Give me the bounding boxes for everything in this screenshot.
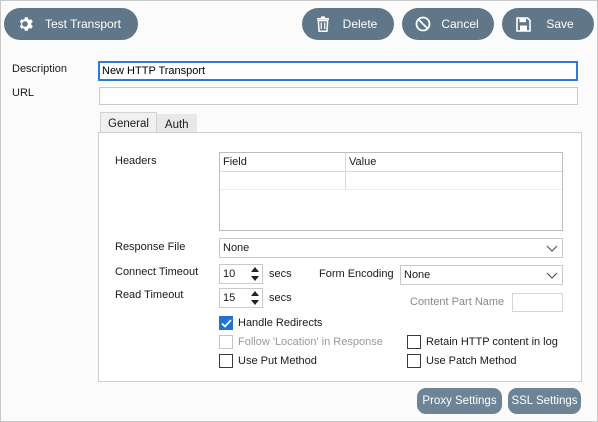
use-put-method-label: Use Put Method bbox=[238, 355, 317, 367]
checkbox-unchecked-icon bbox=[407, 335, 421, 349]
cancel-icon bbox=[410, 16, 436, 32]
handle-redirects-label: Handle Redirects bbox=[238, 317, 323, 329]
checkbox-unchecked-icon bbox=[219, 354, 233, 368]
grid-column-divider bbox=[345, 153, 346, 190]
read-timeout-label: Read Timeout bbox=[115, 289, 184, 301]
save-button[interactable]: Save bbox=[502, 8, 594, 40]
follow-location-checkbox[interactable]: Follow 'Location' in Response bbox=[219, 335, 383, 349]
use-patch-method-label: Use Patch Method bbox=[426, 355, 517, 367]
chevron-down-icon bbox=[546, 272, 558, 279]
content-part-name-label: Content Part Name bbox=[410, 296, 505, 308]
headers-column-field[interactable]: Field bbox=[220, 153, 346, 172]
response-file-select[interactable]: None bbox=[219, 238, 563, 258]
spinner-arrows-icon[interactable] bbox=[250, 266, 260, 282]
grid-row-line bbox=[220, 189, 562, 190]
url-label: URL bbox=[12, 87, 35, 99]
headers-column-value[interactable]: Value bbox=[346, 153, 562, 172]
gear-icon bbox=[12, 16, 38, 32]
response-file-value: None bbox=[223, 242, 250, 254]
delete-label: Delete bbox=[342, 17, 378, 31]
retain-http-content-checkbox[interactable]: Retain HTTP content in log bbox=[407, 335, 558, 349]
tab-strip: General Auth bbox=[100, 112, 197, 134]
use-put-method-checkbox[interactable]: Use Put Method bbox=[219, 354, 317, 368]
transport-editor-window: Test Transport Delete Cancel Save Descri… bbox=[0, 0, 598, 422]
cancel-button[interactable]: Cancel bbox=[402, 8, 494, 40]
url-input[interactable] bbox=[99, 87, 578, 105]
headers-grid[interactable]: Field Value bbox=[219, 152, 563, 231]
spinner-arrows-icon[interactable] bbox=[250, 290, 260, 306]
chevron-down-icon bbox=[546, 245, 558, 252]
connect-timeout-unit: secs bbox=[269, 268, 292, 280]
floppy-disk-icon bbox=[510, 16, 536, 32]
description-label: Description bbox=[12, 63, 68, 75]
description-input[interactable] bbox=[98, 61, 578, 81]
checkbox-unchecked-icon bbox=[407, 354, 421, 368]
handle-redirects-checkbox[interactable]: Handle Redirects bbox=[219, 316, 322, 330]
form-encoding-label: Form Encoding bbox=[319, 268, 394, 280]
form-encoding-value: None bbox=[404, 269, 431, 281]
test-transport-label: Test Transport bbox=[44, 17, 122, 31]
checkbox-unchecked-icon bbox=[219, 335, 233, 349]
test-transport-button[interactable]: Test Transport bbox=[4, 8, 138, 40]
read-timeout-spinner[interactable]: 15 bbox=[219, 288, 263, 308]
connect-timeout-spinner[interactable]: 10 bbox=[219, 264, 263, 284]
tab-general[interactable]: General bbox=[100, 112, 157, 134]
retain-http-content-label: Retain HTTP content in log bbox=[426, 336, 558, 348]
ssl-settings-button[interactable]: SSL Settings bbox=[508, 388, 581, 414]
proxy-settings-button[interactable]: Proxy Settings bbox=[417, 388, 502, 414]
trash-icon bbox=[310, 16, 336, 32]
read-timeout-unit: secs bbox=[269, 292, 292, 304]
read-timeout-value: 15 bbox=[223, 292, 236, 304]
tab-auth[interactable]: Auth bbox=[156, 114, 197, 134]
delete-button[interactable]: Delete bbox=[302, 8, 394, 40]
response-file-label: Response File bbox=[115, 241, 186, 253]
content-part-name-input[interactable] bbox=[512, 293, 563, 312]
cancel-label: Cancel bbox=[441, 17, 479, 31]
form-encoding-select[interactable]: None bbox=[400, 265, 563, 285]
follow-location-label: Follow 'Location' in Response bbox=[238, 336, 383, 348]
connect-timeout-label: Connect Timeout bbox=[115, 266, 199, 278]
save-label: Save bbox=[546, 17, 574, 31]
use-patch-method-checkbox[interactable]: Use Patch Method bbox=[407, 354, 517, 368]
connect-timeout-value: 10 bbox=[223, 268, 236, 280]
headers-label: Headers bbox=[115, 155, 157, 167]
checkbox-checked-icon bbox=[219, 316, 233, 330]
